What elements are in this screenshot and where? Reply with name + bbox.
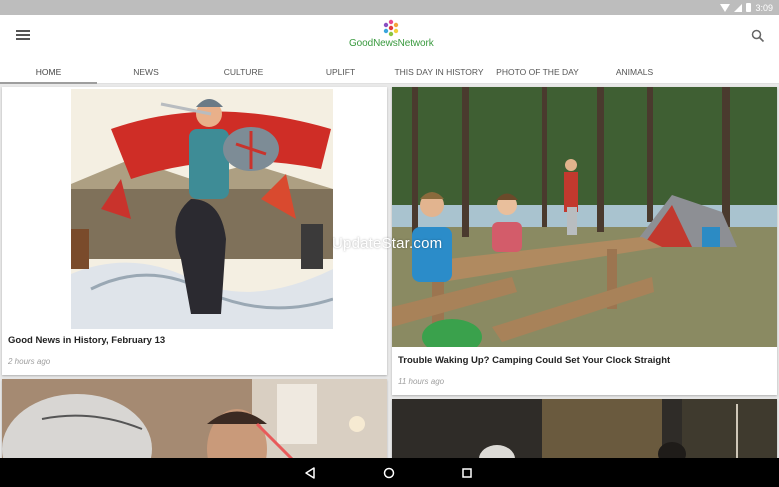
tab-this-day-in-history[interactable]: THIS DAY IN HISTORY	[389, 60, 489, 84]
article-card[interactable]	[2, 379, 387, 458]
tab-uplift[interactable]: UPLIFT	[292, 60, 389, 84]
tab-home[interactable]: HOME	[0, 60, 97, 84]
article-time: 2 hours ago	[8, 357, 51, 366]
article-card[interactable]: Trouble Waking Up? Camping Could Set You…	[392, 87, 777, 395]
article-feed[interactable]: Good News in History, February 13 2 hour…	[0, 85, 779, 458]
wifi-icon	[720, 3, 731, 12]
brand-name: GoodNewsNetwork	[349, 38, 434, 49]
article-time: 11 hours ago	[398, 377, 445, 386]
tab-culture[interactable]: CULTURE	[195, 60, 292, 84]
status-time: 3:09	[755, 2, 773, 13]
article-image	[392, 87, 777, 347]
back-icon[interactable]	[302, 465, 318, 481]
article-image	[71, 89, 333, 329]
tab-news[interactable]: NEWS	[97, 60, 195, 84]
tab-animals[interactable]: ANIMALS	[586, 60, 683, 84]
battery-icon	[746, 3, 752, 12]
app-bar: GoodNewsNetwork	[0, 15, 779, 60]
article-title[interactable]: Good News in History, February 13	[8, 335, 165, 346]
category-tabs: HOME NEWS CULTURE UPLIFT THIS DAY IN HIS…	[0, 60, 779, 84]
system-nav-bar	[0, 458, 779, 487]
status-icons: 3:09	[720, 2, 773, 13]
article-image	[2, 379, 387, 458]
recents-icon[interactable]	[459, 465, 475, 481]
hamburger-menu-icon[interactable]	[16, 30, 30, 42]
brand-logo[interactable]: GoodNewsNetwork	[349, 19, 434, 57]
signal-icon	[734, 3, 743, 12]
watermark-text: UpdateStar.com	[332, 235, 443, 252]
article-title[interactable]: Trouble Waking Up? Camping Could Set You…	[398, 355, 670, 366]
article-card[interactable]: Good News in History, February 13 2 hour…	[2, 87, 387, 375]
article-image	[392, 399, 777, 458]
flower-logo-icon	[383, 19, 399, 37]
article-card[interactable]	[392, 399, 777, 458]
active-tab-indicator	[0, 82, 97, 84]
tab-photo-of-the-day[interactable]: PHOTO OF THE DAY	[489, 60, 586, 84]
home-icon[interactable]	[381, 465, 397, 481]
search-icon[interactable]	[749, 27, 767, 45]
status-bar: 3:09	[0, 0, 779, 15]
